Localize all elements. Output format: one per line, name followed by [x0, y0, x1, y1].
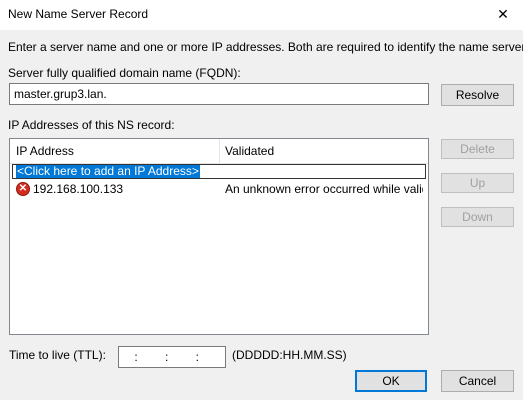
ttl-input[interactable]: : : : — [118, 346, 226, 368]
cancel-button[interactable]: Cancel — [441, 370, 514, 392]
ip-address-cell: 192.168.100.133 — [33, 182, 124, 196]
ok-button[interactable]: OK — [355, 370, 427, 392]
title-bar: New Name Server Record ✕ — [0, 0, 523, 30]
dialog-body: Enter a server name and one or more IP a… — [0, 30, 523, 400]
window-title: New Name Server Record — [8, 7, 149, 21]
add-ip-row[interactable]: <Click here to add an IP Address> — [12, 164, 426, 179]
down-button[interactable]: Down — [441, 207, 514, 227]
delete-button[interactable]: Delete — [441, 139, 514, 159]
resolve-button[interactable]: Resolve — [441, 84, 514, 106]
validated-cell: An unknown error occurred while valid… — [225, 182, 423, 196]
up-button[interactable]: Up — [441, 173, 514, 193]
fqdn-label: Server fully qualified domain name (FQDN… — [8, 66, 241, 80]
list-header: IP Address Validated — [10, 139, 428, 164]
column-header-ip-address[interactable]: IP Address — [10, 139, 219, 163]
ttl-format-hint: (DDDDD:HH.MM.SS) — [232, 348, 347, 362]
ttl-label: Time to live (TTL): — [9, 348, 106, 362]
ip-address-list[interactable]: IP Address Validated <Click here to add … — [9, 138, 429, 335]
list-item[interactable]: ✕ 192.168.100.133 An unknown error occur… — [10, 181, 428, 199]
column-header-validated[interactable]: Validated — [219, 139, 425, 163]
instructions-text: Enter a server name and one or more IP a… — [8, 40, 523, 54]
add-ip-placeholder[interactable]: <Click here to add an IP Address> — [16, 165, 200, 178]
ip-addresses-label: IP Addresses of this NS record: — [8, 118, 175, 132]
error-icon: ✕ — [16, 182, 30, 196]
fqdn-input[interactable]: master.grup3.lan. — [9, 83, 429, 105]
close-icon[interactable]: ✕ — [492, 3, 514, 25]
